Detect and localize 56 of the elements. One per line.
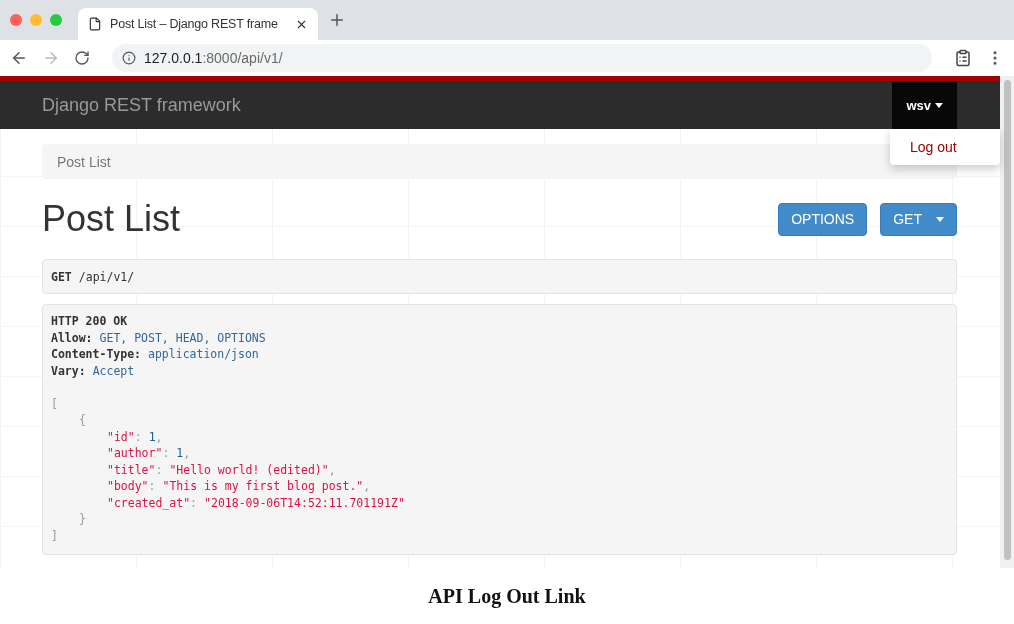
caret-icon	[935, 102, 943, 108]
page-icon	[88, 17, 102, 31]
info-icon[interactable]	[122, 51, 136, 65]
json-key: "body"	[107, 478, 149, 495]
header-value: application/json	[148, 346, 259, 363]
colon: :	[162, 445, 170, 462]
brace: }	[79, 511, 86, 528]
address-host: 127.0.0.1	[144, 50, 203, 66]
close-window-dot[interactable]	[10, 14, 22, 26]
page-title: Post List	[42, 198, 181, 240]
colon: :	[190, 494, 198, 511]
back-icon[interactable]	[10, 49, 28, 67]
new-tab-icon[interactable]	[328, 11, 346, 29]
comma: ,	[183, 445, 191, 462]
header-name: Vary:	[51, 362, 86, 379]
header-value: GET, POST, HEAD, OPTIONS	[99, 329, 266, 346]
colon: :	[134, 428, 142, 445]
comma: ,	[328, 461, 336, 478]
bracket: ]	[51, 527, 58, 544]
get-button[interactable]: GET	[880, 202, 957, 236]
options-button[interactable]: OPTIONS	[778, 202, 868, 236]
breadcrumb-item[interactable]: Post List	[57, 153, 111, 170]
browser-tab[interactable]: Post List – Django REST frame	[78, 8, 318, 40]
figure-caption: API Log Out Link	[427, 583, 587, 610]
maximize-window-dot[interactable]	[50, 14, 62, 26]
scrollbar-thumb[interactable]	[1003, 80, 1011, 560]
json-key: "created_at"	[107, 494, 191, 511]
header-value: Accept	[92, 362, 135, 379]
json-string: "2018-09-06T14:52:11.701191Z"	[204, 494, 405, 511]
colon: :	[155, 461, 163, 478]
header-name: Allow:	[51, 329, 93, 346]
json-key: "title"	[107, 461, 156, 478]
brand-title[interactable]: Django REST framework	[42, 94, 241, 116]
caret-icon	[936, 216, 944, 222]
comma: ,	[155, 428, 163, 445]
status-line: HTTP 200 OK	[51, 313, 128, 330]
clipboard-icon[interactable]	[954, 49, 972, 67]
reload-icon[interactable]	[74, 50, 90, 66]
json-string: "This is my first blog post."	[162, 478, 364, 495]
user-menu-button[interactable]: wsv	[892, 81, 957, 129]
header-name: Content-Type:	[51, 346, 141, 363]
request-method: GET	[51, 269, 72, 284]
json-key: "id"	[107, 428, 135, 445]
address-path: :8000/api/v1/	[202, 50, 283, 66]
request-path: /api/v1/	[78, 269, 135, 284]
brace: {	[79, 412, 86, 429]
address-field[interactable]: 127.0.0.1:8000/api/v1/	[112, 44, 932, 72]
minimize-window-dot[interactable]	[30, 14, 42, 26]
json-number: 1	[176, 445, 184, 462]
menu-item[interactable]: Log out	[890, 135, 1000, 159]
json-number: 1	[148, 428, 156, 445]
comma: ,	[363, 478, 371, 495]
json-string: "Hello world! (edited)"	[169, 461, 329, 478]
bracket: [	[51, 395, 58, 412]
json-key: "author"	[107, 445, 163, 462]
colon: :	[148, 478, 156, 495]
